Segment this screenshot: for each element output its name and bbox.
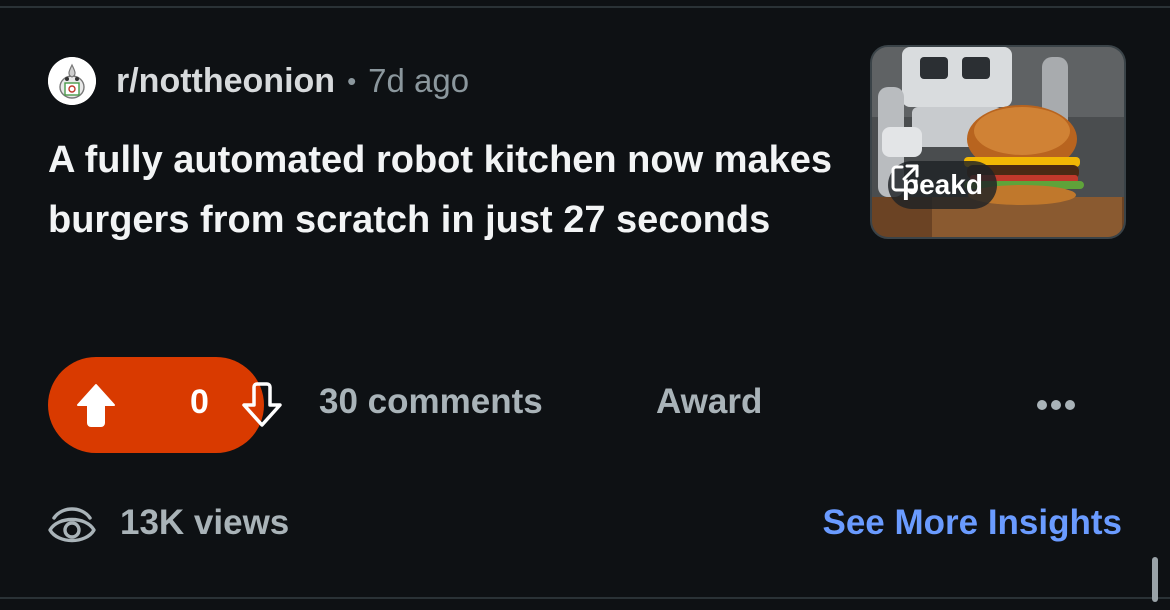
post-age: 7d ago [368,62,470,99]
vote-control: 0 [48,357,282,453]
upvote-icon[interactable] [74,381,118,429]
onion-mascot-icon [48,57,96,105]
award-button[interactable]: Award [656,382,762,422]
subreddit-avatar[interactable] [48,57,96,105]
external-link-badge[interactable]: peakd [888,161,997,209]
vote-count: 0 [190,383,209,421]
comments-button[interactable]: 30 comments [319,382,543,422]
external-link-icon [891,164,919,192]
views-eye-icon [48,507,96,543]
see-more-insights-link[interactable]: See More Insights [822,503,1122,543]
meta-separator: • [347,65,357,96]
ellipsis-icon[interactable] [1034,390,1078,420]
post-title[interactable]: A fully automated robot kitchen now make… [48,130,838,250]
scrollbar[interactable] [1152,557,1158,602]
subreddit-name[interactable]: r/nottheonion [116,62,335,101]
bottom-divider [0,597,1170,599]
views-count: 13K views [120,503,290,542]
post-thumbnail[interactable]: peakd [870,45,1126,239]
top-divider [0,6,1170,8]
post-meta: r/nottheonion • 7d ago [48,56,469,106]
downvote-icon[interactable] [240,381,284,429]
